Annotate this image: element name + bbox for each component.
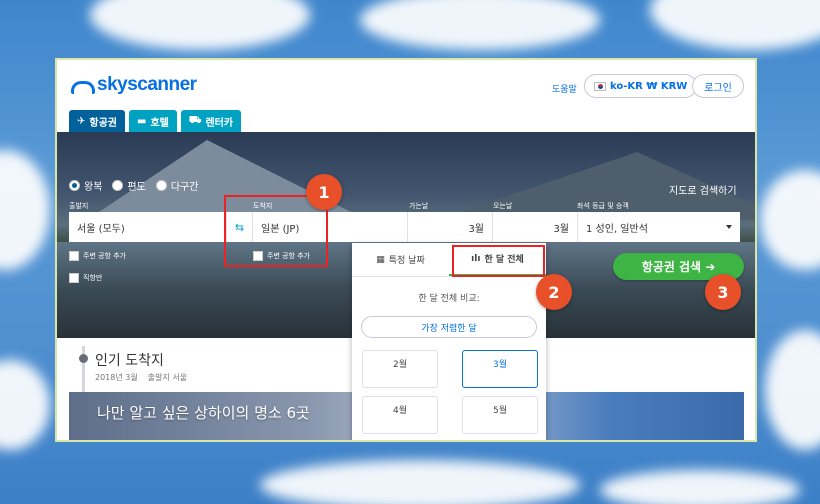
class-label: 좌석 등급 및 승객 xyxy=(577,202,629,210)
origin-label: 출발지 xyxy=(69,202,89,210)
origin-input[interactable]: 서울 (모두) xyxy=(69,212,227,242)
month-option[interactable]: 2월 xyxy=(362,350,438,388)
locale-label: ko-KR ₩ KRW xyxy=(610,80,688,92)
trip-label: 왕복 xyxy=(84,182,103,193)
depart-date-input[interactable]: 3월 xyxy=(408,212,493,242)
checkbox[interactable] xyxy=(69,251,79,261)
radio-button[interactable] xyxy=(69,180,80,191)
cloud xyxy=(360,0,600,50)
korea-flag-icon xyxy=(594,81,606,91)
locale-button[interactable]: ko-KR ₩ KRW xyxy=(584,74,698,98)
popular-date: 2018년 3월 xyxy=(95,373,138,382)
logo-icon xyxy=(69,77,95,94)
checkbox-label: 직항만 xyxy=(83,274,103,282)
cloud xyxy=(760,170,820,270)
browser-screenshot: skyscanner 도움말 ko-KR ₩ KRW 로그인 ✈ 항공권 ▬ 호… xyxy=(55,58,757,442)
cloud xyxy=(90,0,310,50)
cloud xyxy=(260,460,580,504)
cloud xyxy=(0,150,50,270)
return-date-input[interactable]: 3월 xyxy=(493,212,578,242)
cloud xyxy=(765,330,820,450)
checkbox-label: 주변 공항 추가 xyxy=(83,252,127,260)
banner-title: 나만 알고 싶은 상하이의 명소 6곳 xyxy=(97,404,310,422)
cloud xyxy=(0,360,50,450)
tab-label: 특정 날짜 xyxy=(388,256,425,266)
map-search-link[interactable]: 지도로 검색하기 xyxy=(669,182,737,197)
car-icon: ⛟ xyxy=(188,114,202,126)
trip-oneway[interactable]: 편도 xyxy=(112,178,146,193)
step-marker-3: 3 xyxy=(705,274,741,310)
plane-icon: ✈ xyxy=(77,115,86,127)
cabin-class-value: 1 성인, 일반석 xyxy=(586,223,648,235)
calendar-icon: ▦ xyxy=(376,254,385,265)
tab-specific-date[interactable]: ▦ 특정 날짜 xyxy=(352,243,449,276)
return-label: 오는날 xyxy=(493,202,513,210)
trip-label: 편도 xyxy=(127,182,146,193)
trip-label: 다구간 xyxy=(170,182,199,193)
month-option-selected[interactable]: 3월 xyxy=(462,350,538,388)
step-marker-1: 1 xyxy=(306,174,342,210)
tab-label: 렌터카 xyxy=(205,117,234,129)
tab-label: 호텔 xyxy=(150,117,169,129)
chevron-down-icon xyxy=(726,225,732,229)
trip-multicity[interactable]: 다구간 xyxy=(155,178,199,193)
popular-origin: 출발지 서울 xyxy=(147,373,188,382)
month-grid: 2월 3월 4월 5월 xyxy=(362,350,546,434)
product-tabs: ✈ 항공권 ▬ 호텔 ⛟ 렌터카 xyxy=(69,110,242,132)
cheapest-month-button[interactable]: 가장 저렴한 달 xyxy=(361,316,537,338)
month-option[interactable]: 5월 xyxy=(462,396,538,434)
cloud xyxy=(650,0,820,50)
popular-subtitle: 2018년 3월 출발지 서울 xyxy=(95,372,187,383)
logo-text: skyscanner xyxy=(97,74,197,95)
tab-car-hire[interactable]: ⛟ 렌터카 xyxy=(180,110,242,132)
callout-box-month-tab xyxy=(452,245,545,277)
help-link[interactable]: 도움말 xyxy=(552,82,577,95)
tab-flights[interactable]: ✈ 항공권 xyxy=(69,110,125,132)
skyscanner-logo[interactable]: skyscanner xyxy=(69,74,197,96)
timeline-dot-icon xyxy=(79,354,88,363)
depart-label: 가는날 xyxy=(409,202,429,210)
tab-hotels[interactable]: ▬ 호텔 xyxy=(129,110,177,132)
bed-icon: ▬ xyxy=(137,115,147,127)
radio-button[interactable] xyxy=(155,180,167,191)
flight-search-bar: 서울 (모두) ⇆ 일본 (JP) 3월 3월 1 성인, 일반석 xyxy=(69,212,740,242)
compare-label: 한 달 전체 비교: xyxy=(418,294,480,304)
login-button[interactable]: 로그인 xyxy=(692,74,744,98)
radio-button[interactable] xyxy=(112,180,124,191)
step-marker-2: 2 xyxy=(536,274,572,310)
tab-label: 항공권 xyxy=(89,117,117,129)
checkbox[interactable] xyxy=(69,273,79,283)
month-option[interactable]: 4월 xyxy=(362,396,438,434)
trip-type-selector: 왕복 편도 다구간 xyxy=(69,178,198,193)
cloud xyxy=(600,470,800,504)
trip-round[interactable]: 왕복 xyxy=(69,178,102,193)
popular-title: 인기 도착지 xyxy=(95,353,164,369)
cabin-class-select[interactable]: 1 성인, 일반석 xyxy=(578,212,740,242)
origin-nearby-checkbox[interactable]: 주변 공항 추가 xyxy=(69,251,126,261)
direct-only-checkbox[interactable]: 직항만 xyxy=(69,273,102,283)
